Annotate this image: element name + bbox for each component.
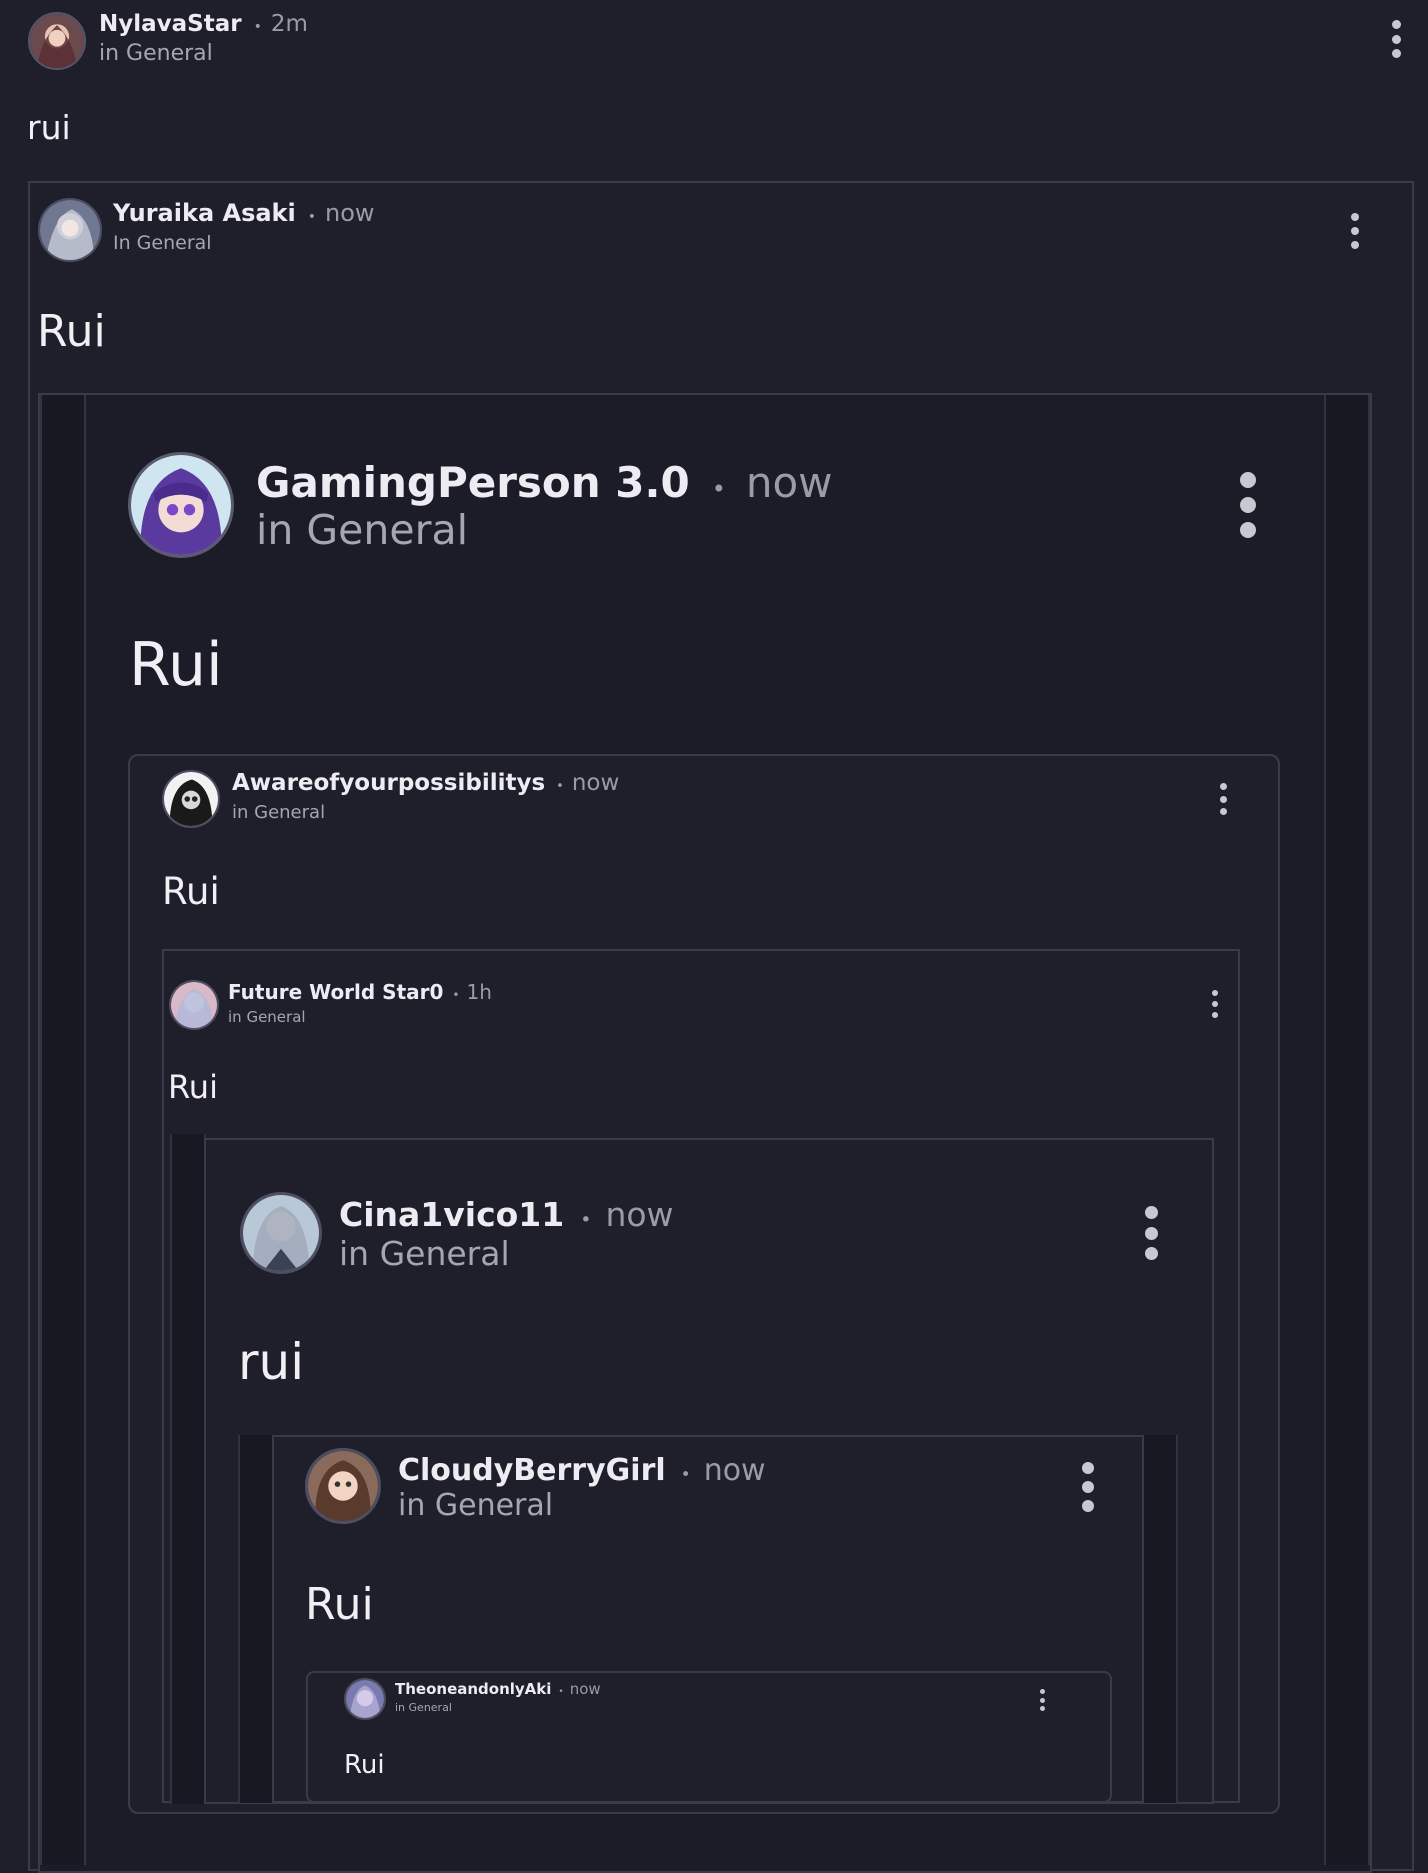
username-link[interactable]: GamingPerson 3.0 (256, 458, 690, 507)
community-link[interactable]: In General (113, 232, 212, 254)
separator: • (558, 1687, 564, 1697)
more-options-button[interactable] (1386, 20, 1406, 58)
more-options-button[interactable] (1236, 472, 1260, 538)
more-options-button[interactable] (1077, 1462, 1099, 1512)
more-options-button[interactable] (1035, 1689, 1049, 1711)
avatar-icon[interactable] (128, 452, 234, 558)
post-header: Yuraika Asaki • now (113, 199, 375, 231)
avatar-icon[interactable] (344, 1678, 386, 1720)
post-text: Rui (305, 1579, 374, 1630)
screenshot-side-strip-left (40, 395, 86, 1865)
post-text: Rui (129, 630, 223, 700)
post-text: rui (27, 108, 71, 147)
separator: • (580, 1209, 592, 1231)
timestamp: now (703, 1453, 766, 1488)
post-header: CloudyBerryGirl • now (398, 1453, 766, 1491)
avatar-icon[interactable] (28, 12, 86, 70)
more-options-button[interactable] (1214, 783, 1232, 815)
screenshot-side-strip-right (1324, 395, 1370, 1865)
post-header: Future World Star0 • 1h (228, 980, 492, 1006)
more-options-button[interactable] (1140, 1206, 1162, 1260)
avatar-icon[interactable] (162, 770, 220, 828)
community-link[interactable]: in General (398, 1488, 553, 1523)
avatar-icon[interactable] (240, 1192, 322, 1274)
post-header: GamingPerson 3.0 • now (256, 458, 833, 508)
timestamp: now (325, 199, 375, 227)
timestamp: now (569, 1680, 601, 1698)
timestamp: now (745, 458, 833, 507)
separator: • (556, 779, 564, 794)
avatar-icon[interactable] (38, 198, 102, 262)
screenshot-side-strip-left (238, 1435, 274, 1803)
timestamp: 1h (466, 980, 492, 1004)
post-text: rui (238, 1333, 305, 1391)
post-header: TheoneandonlyAki • now (395, 1680, 601, 1700)
username-link[interactable]: Cina1vico11 (339, 1195, 564, 1234)
post-text: Rui (37, 306, 106, 357)
separator: • (307, 209, 316, 225)
timestamp: 2m (270, 11, 308, 37)
community-link[interactable]: in General (228, 1008, 306, 1026)
avatar-icon[interactable] (169, 980, 219, 1030)
post-header: Awareofyourpossibilitys • now (232, 770, 619, 800)
timestamp: now (605, 1195, 674, 1234)
separator: • (680, 1465, 691, 1485)
community-link[interactable]: in General (232, 802, 325, 823)
community-link[interactable]: in General (99, 41, 213, 66)
post-text: Rui (168, 1068, 218, 1106)
timestamp: now (571, 770, 620, 796)
community-link[interactable]: in General (339, 1234, 510, 1273)
screenshot-side-strip-right (1142, 1435, 1178, 1803)
separator: • (711, 475, 726, 503)
post-header: NylavaStar • 2m (99, 11, 308, 43)
separator: • (253, 19, 262, 35)
post-text: Rui (162, 870, 220, 913)
more-options-button[interactable] (1345, 213, 1365, 249)
username-link[interactable]: NylavaStar (99, 11, 242, 37)
avatar-icon[interactable] (305, 1448, 381, 1524)
username-link[interactable]: Awareofyourpossibilitys (232, 770, 545, 796)
post-text: Rui (344, 1750, 385, 1780)
username-link[interactable]: CloudyBerryGirl (398, 1453, 666, 1488)
username-link[interactable]: Future World Star0 (228, 980, 443, 1004)
more-options-button[interactable] (1207, 990, 1223, 1018)
username-link[interactable]: Yuraika Asaki (113, 199, 296, 227)
community-link[interactable]: in General (395, 1701, 452, 1714)
community-link[interactable]: in General (256, 506, 468, 554)
username-link[interactable]: TheoneandonlyAki (395, 1680, 551, 1698)
post-header: Cina1vico11 • now (339, 1195, 674, 1235)
screenshot-side-strip-left (170, 1134, 206, 1804)
separator: • (452, 988, 460, 1002)
